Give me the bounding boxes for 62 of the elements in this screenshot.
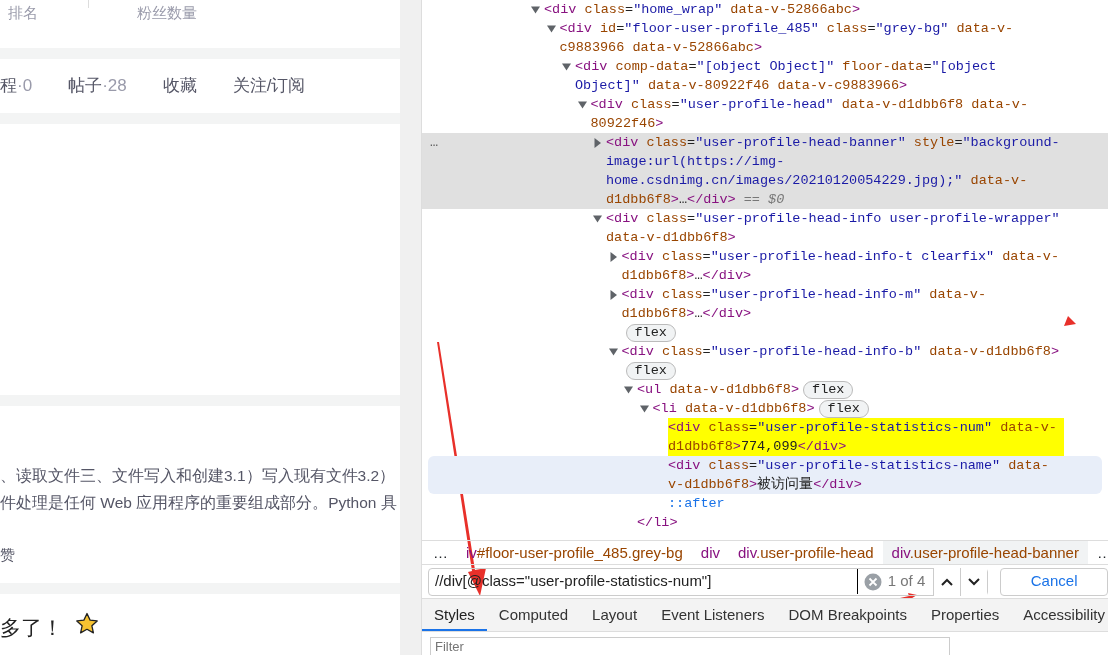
panel-tab[interactable]: Layout	[580, 599, 650, 631]
cancel-button[interactable]: Cancel	[1000, 567, 1108, 596]
collapse-triangle-icon[interactable]	[561, 61, 572, 72]
panel-tab[interactable]: Styles	[422, 599, 487, 631]
element-markup: <div class="user-profile-statistics-name" data-v-d1dbb6f8>被访问量</div>	[668, 458, 1049, 492]
comment-text: 多了！	[0, 615, 63, 641]
flex-badge[interactable]: flex	[625, 324, 676, 342]
match-count: 1 of 4	[887, 571, 926, 592]
breadcrumb[interactable]: div	[691, 541, 729, 564]
element-markup: <div id="floor-user-profile_485" class="grey-bg" data-v-c9883966 data-v-52866abc>	[559, 21, 1014, 55]
flex-badge[interactable]: flex	[625, 362, 676, 380]
element-markup: <div class="user-profile-head" data-v-d1dbb6f8 data-v-80922f46>	[590, 97, 1028, 131]
filter-field[interactable]: Filter	[430, 636, 950, 655]
element-markup: <div class="home_wrap" data-v-52866abc>	[544, 2, 860, 17]
collapse-triangle-icon[interactable]	[638, 403, 650, 414]
element-markup: <li data-v-d1dbb6f8>	[652, 400, 815, 418]
collapse-triangle-icon[interactable]	[623, 384, 634, 395]
element-markup: <div class="user-profile-head-info-m" data-v-d1dbb6f8>…</div>	[621, 286, 988, 323]
profile-tab[interactable]: 帖子·28	[68, 73, 127, 99]
element-markup: <div comp-data="[object Object]" floor-data="[object Object]" data-v-80922f46 data-v-c9883966>	[575, 59, 997, 93]
flex-badge[interactable]: flex	[803, 381, 854, 399]
element-markup: <div class="user-profile-statistics-num" data-v-d1dbb6f8>774,099</div>	[668, 418, 1064, 456]
next-match-button[interactable]	[960, 567, 988, 596]
element-markup: <ul data-v-d1dbb6f8>	[637, 381, 800, 399]
previous-match-button[interactable]	[933, 567, 961, 596]
panel-tab[interactable]: Properties	[918, 599, 1012, 631]
dom-tree-row[interactable]: <div class="user-profile-statistics-name" data-v-d1dbb6f8>被访问量</div>	[428, 456, 1102, 494]
like-label: 赞	[0, 545, 15, 565]
breadcrumb[interactable]: div.user-profile-head	[729, 541, 883, 564]
breadcrumb-overflow-button[interactable]: …	[1087, 541, 1108, 564]
flex-badge[interactable]: flex	[818, 400, 869, 418]
stat-label: 粉丝数量	[137, 3, 197, 23]
profile-tab[interactable]: 程·0	[0, 73, 33, 99]
more-options-button[interactable]: …	[430, 133, 439, 152]
expand-triangle-icon[interactable]	[592, 137, 603, 148]
dom-tree-row[interactable]: <div class="user-profile-head-banner" style="background-image:url(https://img-home.csdnimg.cn/images/20210120054229.jpg);" data-v-d1dbb6f8>…</div> == $0 …	[422, 133, 1108, 209]
article-excerpt: 、读取文件三、文件写入和创建3.1）写入现有文件3.2）	[0, 466, 397, 486]
star-icon	[75, 612, 99, 636]
collapse-triangle-icon[interactable]	[607, 346, 619, 357]
panel-tab[interactable]: Event Listeners	[649, 599, 777, 631]
breadcrumb[interactable]: div.user-profile-head-banner	[882, 541, 1088, 564]
breadcrumb-overflow-button[interactable]: …	[424, 541, 457, 564]
collapse-triangle-icon[interactable]	[592, 213, 603, 224]
element-markup: <div class="user-profile-head-info user-profile-wrapper" data-v-d1dbb6f8>	[606, 211, 1060, 245]
element-markup: <div class="user-profile-head-info-b" data-v-d1dbb6f8>	[621, 343, 1059, 361]
chevron-down-icon	[968, 577, 981, 586]
article-excerpt: 件处理是任何 Web 应用程序的重要组成部分。Python 具	[0, 493, 397, 513]
collapse-triangle-icon[interactable]	[576, 99, 588, 110]
stat-label: 排名	[8, 3, 38, 23]
panel-tab[interactable]: Accessibility	[1011, 599, 1108, 631]
panel-tab[interactable]: Computed	[486, 599, 581, 631]
closing-tag: </li>	[637, 515, 678, 530]
panel-tab[interactable]: DOM Breakpoints	[776, 599, 919, 631]
chevron-up-icon	[941, 577, 954, 586]
profile-tab[interactable]: 关注/订阅	[232, 73, 306, 99]
element-markup: <div class="user-profile-head-info-t clearfix" data-v-d1dbb6f8>…</div>	[621, 249, 1059, 283]
collapse-triangle-icon[interactable]	[530, 4, 541, 15]
profile-tab[interactable]: 收藏	[162, 73, 197, 99]
pseudo-element: ::after	[668, 496, 725, 511]
clear-icon[interactable]	[863, 572, 882, 591]
element-markup: <div class="user-profile-head-banner" style="background-image:url(https://img-home.csdnimg.cn/images/20210120054229.jpg);" data-v-d1dbb6f8>…</div> == $0	[606, 135, 1060, 207]
collapse-triangle-icon[interactable]	[545, 23, 557, 34]
